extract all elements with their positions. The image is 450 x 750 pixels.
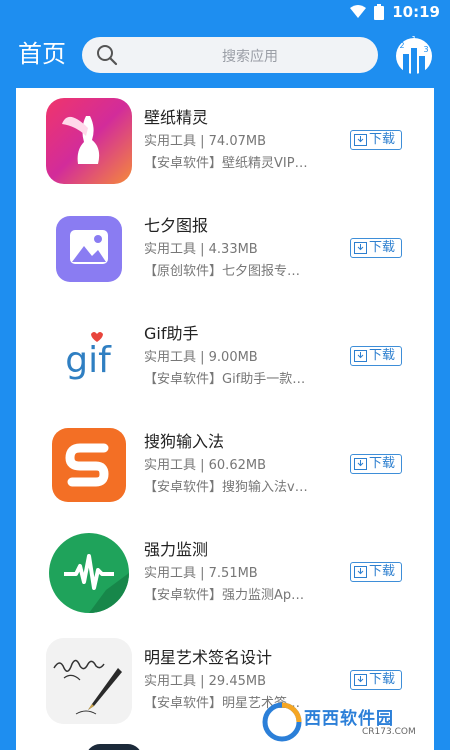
- download-button[interactable]: 下载: [350, 238, 402, 258]
- gif-icon: gif: [46, 314, 132, 400]
- app-description: 【原创软件】七夕图报专…: [144, 264, 301, 279]
- watermark: 西西软件园 CR173.COM: [262, 700, 434, 744]
- download-label: 下载: [369, 348, 396, 363]
- app-name: 壁纸精灵: [144, 108, 209, 127]
- list-item[interactable]: 七夕图报 实用工具 | 4.33MB 【原创软件】七夕图报专… 下载: [16, 196, 434, 304]
- wifi-icon: [350, 5, 367, 18]
- download-icon: [354, 350, 367, 362]
- rank-badge-2: 2: [399, 41, 404, 50]
- download-icon: [354, 566, 367, 578]
- download-icon: [354, 134, 367, 146]
- app-meta: 实用工具 | 4.33MB: [144, 242, 258, 257]
- app-name: 七夕图报: [144, 216, 209, 235]
- app-name: 明星艺术签名设计: [144, 648, 273, 667]
- next-app-icon-peek: [86, 744, 142, 750]
- app-description: 【安卓软件】Gif助手一款…: [144, 372, 306, 387]
- app-meta: 实用工具 | 7.51MB: [144, 566, 258, 581]
- download-icon: [354, 458, 367, 470]
- image-icon: [46, 206, 132, 292]
- app-name: Gif助手: [144, 324, 199, 343]
- app-manager-icon[interactable]: 1 2 3: [392, 34, 436, 74]
- download-label: 下载: [369, 456, 396, 471]
- svg-text:gif: gif: [65, 340, 112, 381]
- download-label: 下载: [369, 564, 396, 579]
- search-placeholder: 搜索应用: [222, 49, 278, 65]
- status-time: 10:19: [392, 3, 440, 21]
- signature-pen-icon: [46, 638, 132, 724]
- download-label: 下载: [369, 240, 396, 255]
- app-name: 搜狗输入法: [144, 432, 225, 451]
- list-item[interactable]: 强力监测 实用工具 | 7.51MB 【安卓软件】强力监测Ap… 下载: [16, 520, 434, 628]
- app-meta: 实用工具 | 74.07MB: [144, 134, 266, 149]
- app-description: 【安卓软件】强力监测Ap…: [144, 588, 305, 603]
- wallpaper-fairy-icon: [46, 98, 132, 184]
- app-list: 壁纸精灵 实用工具 | 74.07MB 【安卓软件】壁纸精灵VIP… 下载 七夕…: [16, 88, 434, 750]
- download-icon: [354, 674, 367, 686]
- battery-icon: [374, 4, 385, 20]
- list-item[interactable]: 壁纸精灵 实用工具 | 74.07MB 【安卓软件】壁纸精灵VIP… 下载: [16, 88, 434, 196]
- download-label: 下载: [369, 672, 396, 687]
- watermark-logo: [262, 702, 302, 742]
- app-meta: 实用工具 | 9.00MB: [144, 350, 258, 365]
- download-button[interactable]: 下载: [350, 562, 402, 582]
- watermark-text: 西西软件园: [304, 709, 394, 729]
- download-button[interactable]: 下载: [350, 130, 402, 150]
- app-description: 【安卓软件】搜狗输入法v…: [144, 480, 308, 495]
- search-input[interactable]: 搜索应用: [82, 37, 378, 73]
- sogou-icon: [46, 422, 132, 508]
- status-bar: 10:19: [0, 0, 450, 24]
- download-label: 下载: [369, 132, 396, 147]
- rank-badge-3: 3: [423, 45, 428, 54]
- download-button[interactable]: 下载: [350, 346, 402, 366]
- header: 首页 搜索应用 1 2 3: [0, 24, 450, 88]
- download-icon: [354, 242, 367, 254]
- list-item[interactable]: 搜狗输入法 实用工具 | 60.62MB 【安卓软件】搜狗输入法v… 下载: [16, 412, 434, 520]
- app-name: 强力监测: [144, 540, 209, 559]
- app-meta: 实用工具 | 29.45MB: [144, 674, 266, 689]
- download-button[interactable]: 下载: [350, 670, 402, 690]
- app-meta: 实用工具 | 60.62MB: [144, 458, 266, 473]
- list-item[interactable]: gif Gif助手 实用工具 | 9.00MB 【安卓软件】Gif助手一款… 下…: [16, 304, 434, 412]
- page-title: 首页: [18, 40, 66, 68]
- rank-badge-1: 1: [411, 35, 416, 44]
- watermark-sub: CR173.COM: [362, 727, 416, 737]
- download-button[interactable]: 下载: [350, 454, 402, 474]
- app-description: 【安卓软件】壁纸精灵VIP…: [144, 156, 308, 171]
- heartbeat-icon: [46, 530, 132, 616]
